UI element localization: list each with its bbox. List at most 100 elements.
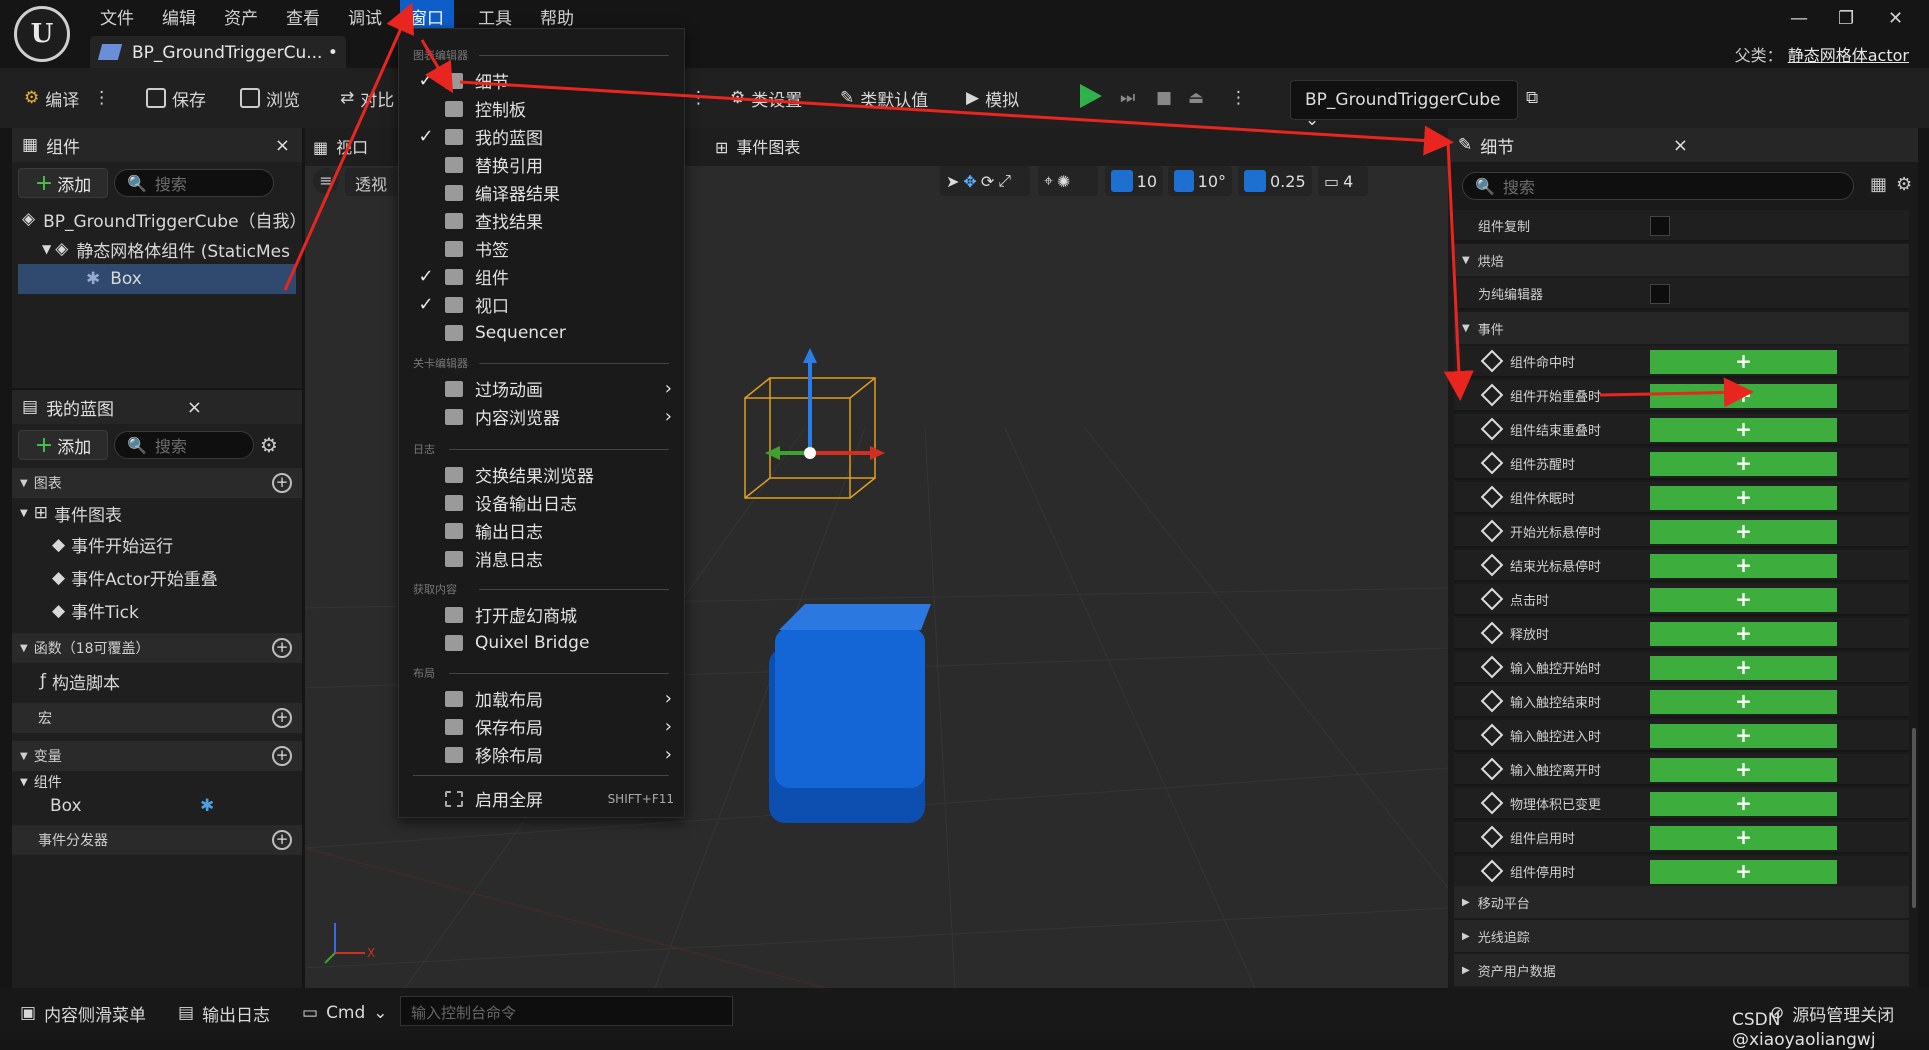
scrollbar[interactable] — [1912, 728, 1916, 908]
add-event-button[interactable]: + — [1650, 350, 1837, 374]
add-event-button[interactable]: + — [1650, 588, 1837, 612]
variables-section[interactable]: ▼ 变量 + — [12, 741, 302, 771]
camera-speed[interactable]: ▭ 4 — [1318, 166, 1368, 196]
collapsed-section[interactable]: ▶ 移动平台 — [1454, 886, 1909, 918]
add-event-button[interactable]: + — [1650, 520, 1837, 544]
menu-item-cinematics[interactable]: 过场动画 › — [399, 375, 684, 402]
add-component-button[interactable]: + 添加 — [18, 168, 108, 198]
menu-item-message-log[interactable]: 消息日志 — [399, 545, 684, 572]
checkbox[interactable] — [1650, 216, 1670, 236]
add-event-button[interactable]: + — [1650, 860, 1837, 884]
close-icon[interactable]: × — [187, 397, 202, 418]
tree-item-box[interactable]: ✱ Box — [18, 264, 296, 294]
details-search-input[interactable]: 🔍 搜索 — [1462, 172, 1854, 200]
add-event-button[interactable]: + — [1650, 792, 1837, 816]
menu-assets[interactable]: 资产 — [214, 0, 268, 30]
menu-item-output-log[interactable]: 输出日志 — [399, 517, 684, 544]
blueprint-tab[interactable]: BP_GroundTriggerCu... • × — [90, 36, 346, 97]
menu-item-find-results[interactable]: 查找结果 — [399, 207, 684, 234]
settings-gear-icon[interactable]: ⚙ — [260, 433, 278, 457]
menu-item-replace-refs[interactable]: 替换引用 — [399, 151, 684, 178]
unreal-logo-icon[interactable]: U — [14, 6, 70, 62]
menu-file[interactable]: 文件 — [90, 0, 144, 30]
find-in-level-icon[interactable]: ⧉ — [1526, 76, 1538, 120]
save-button[interactable]: 保存 — [146, 76, 206, 120]
menu-item-quixel[interactable]: Quixel Bridge — [399, 629, 684, 656]
menu-item-viewport[interactable]: ✓ 视口 — [399, 291, 684, 318]
add-event-button[interactable]: + — [1650, 554, 1837, 578]
minimize-icon[interactable]: — — [1790, 8, 1808, 29]
event-item[interactable]: ◆ 事件开始运行 — [12, 528, 302, 561]
menu-debug[interactable]: 调试 — [338, 0, 392, 30]
add-event-button[interactable]: + — [1650, 622, 1837, 646]
hamburger-icon[interactable]: ≡ — [313, 168, 339, 194]
menu-item-details[interactable]: ✓ 细节 — [399, 67, 684, 94]
toolbar-more-icon[interactable]: ⋮ — [690, 76, 707, 120]
add-event-button[interactable]: + — [1650, 384, 1837, 408]
scale-snap[interactable]: 0.25 — [1238, 166, 1312, 196]
add-function-icon[interactable]: + — [272, 638, 292, 658]
menu-item-remove-layout[interactable]: 移除布局 › — [399, 741, 684, 768]
close-icon[interactable]: × — [275, 135, 290, 156]
event-item[interactable]: ◆ 事件Actor开始重叠 — [12, 561, 302, 594]
viewport-tab[interactable]: ▦ 视口 — [313, 134, 368, 158]
add-event-button[interactable]: + — [1650, 690, 1837, 714]
graphs-section[interactable]: ▼ 图表 + — [12, 468, 302, 498]
rotation-snap[interactable]: 10° — [1168, 166, 1232, 196]
step-icon[interactable]: ⏭ — [1120, 76, 1135, 120]
add-member-button[interactable]: + 添加 — [18, 430, 108, 460]
perspective-button[interactable]: 透视 — [345, 168, 398, 196]
gizmo-center[interactable] — [804, 447, 816, 459]
eject-icon[interactable]: ⏏ — [1188, 76, 1204, 120]
menu-window[interactable]: 窗口 — [400, 0, 454, 30]
menu-item-device-log[interactable]: 设备输出日志 — [399, 489, 684, 516]
checkbox[interactable] — [1650, 284, 1670, 304]
tree-item-root[interactable]: ◈ BP_GroundTriggerCube（自我） — [12, 204, 307, 234]
surface-snap-icon[interactable]: ✺ — [1057, 172, 1070, 191]
diff-button[interactable]: ⇄ 对比 — [340, 76, 394, 120]
coord-tools[interactable]: ⌖ ✺ — [1038, 166, 1098, 196]
events-section[interactable]: ▼ 事件 — [1454, 312, 1909, 344]
stop-icon[interactable]: ■ — [1156, 76, 1172, 120]
menu-tools[interactable]: 工具 — [468, 0, 522, 30]
cooking-section[interactable]: ▼ 烘焙 — [1454, 244, 1909, 276]
menu-item-marketplace[interactable]: 打开虚幻商城 — [399, 601, 684, 628]
menu-view[interactable]: 查看 — [276, 0, 330, 30]
close-icon[interactable]: × — [1673, 135, 1688, 156]
menu-item-sequencer[interactable]: Sequencer — [399, 319, 684, 346]
output-log-button[interactable]: ▤ 输出日志 — [178, 996, 270, 1030]
add-event-button[interactable]: + — [1650, 418, 1837, 442]
add-variable-icon[interactable]: + — [272, 746, 292, 766]
menu-item-compiler-results[interactable]: 编译器结果 — [399, 179, 684, 206]
table-view-icon[interactable]: ▦ — [1870, 174, 1887, 195]
event-graph-tab[interactable]: ⊞ 事件图表 — [715, 134, 800, 158]
menu-help[interactable]: 帮助 — [530, 0, 584, 30]
maximize-icon[interactable]: ❐ — [1838, 8, 1854, 29]
variable-item[interactable]: Box ✱ — [12, 793, 302, 819]
tree-item-staticmesh[interactable]: ▼ ◈ 静态网格体组件 (StaticMesh — [12, 234, 302, 264]
add-event-button[interactable]: + — [1650, 656, 1837, 680]
components-search-input[interactable]: 🔍 搜索 — [114, 169, 274, 197]
parent-class-link[interactable]: 静态网格体actor — [1788, 46, 1909, 65]
add-event-button[interactable]: + — [1650, 452, 1837, 476]
menu-item-content-browser[interactable]: 内容浏览器 › — [399, 403, 684, 430]
add-graph-icon[interactable]: + — [272, 473, 292, 493]
menu-item-components[interactable]: ✓ 组件 — [399, 263, 684, 290]
components-category[interactable]: ▼ 组件 — [12, 771, 302, 793]
functions-section[interactable]: ▼ 函数（18可覆盖） + — [12, 633, 302, 663]
class-settings-button[interactable]: ⚙ 类设置 — [730, 76, 802, 120]
select-icon[interactable]: ➤ — [946, 172, 959, 191]
scale-icon[interactable]: ⤢ — [998, 171, 1011, 191]
settings-gear-icon[interactable]: ⚙ — [1896, 174, 1912, 195]
macros-section[interactable]: 宏 + — [12, 703, 302, 733]
add-event-button[interactable]: + — [1650, 758, 1837, 782]
grid-snap[interactable]: 10 — [1105, 166, 1163, 196]
add-macro-icon[interactable]: + — [272, 708, 292, 728]
collapsed-section[interactable]: ▶ 资产用户数据 — [1454, 954, 1909, 986]
menu-item-myblueprint[interactable]: ✓ 我的蓝图 — [399, 123, 684, 150]
menu-item-palette[interactable]: 控制板 — [399, 95, 684, 122]
cmd-dropdown[interactable]: ▭ Cmd ⌄ — [302, 996, 388, 1030]
menu-item-swap-results[interactable]: 交换结果浏览器 — [399, 461, 684, 488]
menu-item-load-layout[interactable]: 加载布局 › — [399, 685, 684, 712]
add-dispatcher-icon[interactable]: + — [272, 830, 292, 850]
